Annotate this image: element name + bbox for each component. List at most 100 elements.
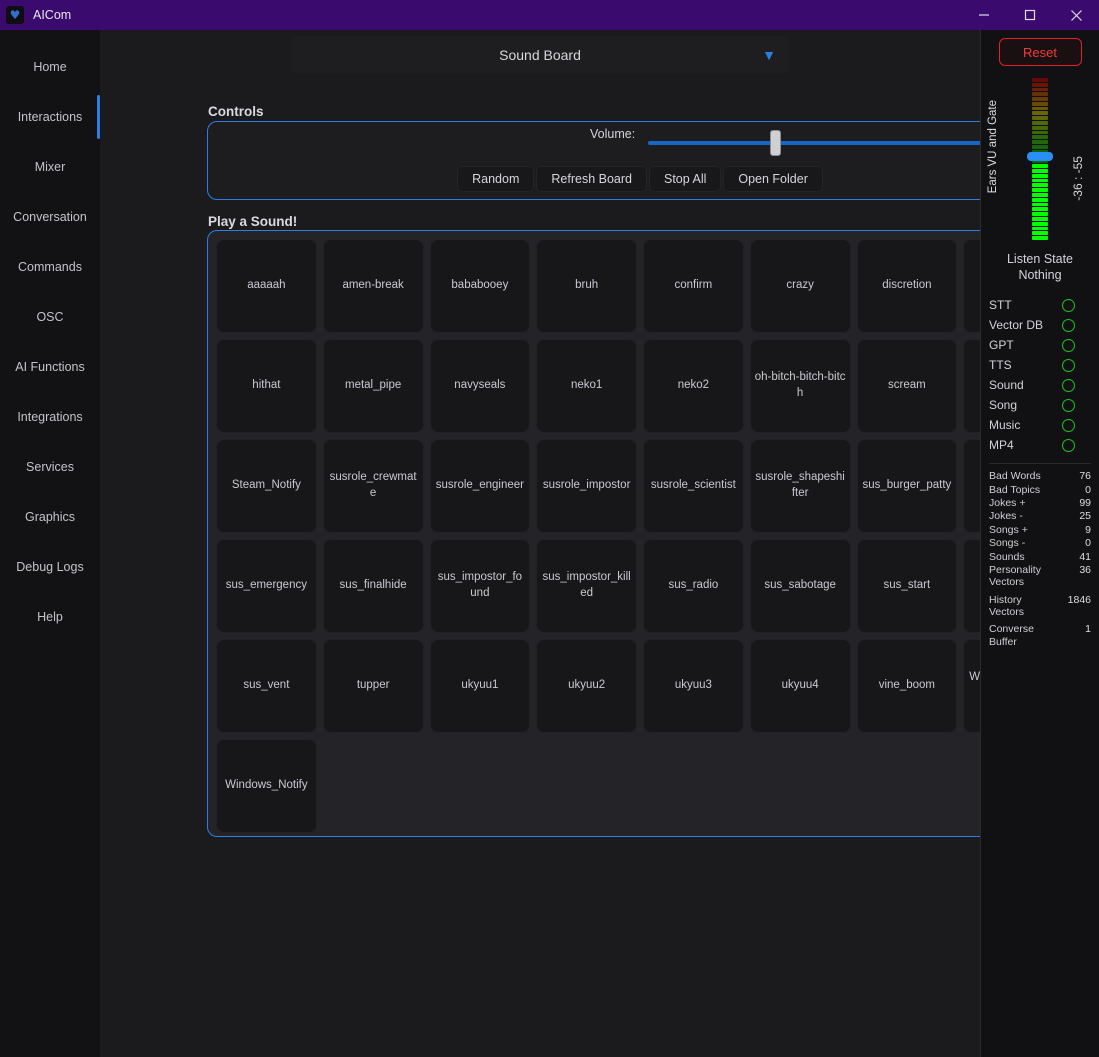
sidebar-item-label: Conversation bbox=[13, 210, 87, 224]
vu-segment bbox=[1032, 145, 1048, 149]
sound-button[interactable]: crazy bbox=[750, 239, 851, 333]
stat-label: Bad Words bbox=[989, 470, 1041, 482]
sidebar-item-label: Integrations bbox=[17, 410, 82, 424]
sound-button[interactable]: vine_boom bbox=[857, 639, 958, 733]
sidebar-item-integrations[interactable]: Integrations bbox=[0, 392, 100, 442]
sound-button[interactable]: ukyuu4 bbox=[750, 639, 851, 733]
sound-button[interactable]: Square_Hole bbox=[963, 339, 980, 433]
sound-button[interactable]: susrole_crewmate bbox=[323, 439, 424, 533]
sound-button[interactable]: neko1 bbox=[536, 339, 637, 433]
status-row: GPT bbox=[989, 335, 1091, 355]
sound-button[interactable]: sus_eject bbox=[963, 439, 980, 533]
vu-segment bbox=[1032, 207, 1048, 211]
sidebar-item-label: AI Functions bbox=[15, 360, 84, 374]
sound-button[interactable]: susrole_impostor bbox=[536, 439, 637, 533]
sound-button[interactable]: sus_emergency bbox=[216, 539, 317, 633]
vu-segment bbox=[1032, 231, 1048, 235]
volume-slider-thumb[interactable] bbox=[770, 130, 781, 156]
stat-row: Sounds41 bbox=[989, 551, 1091, 563]
stat-row: Songs +9 bbox=[989, 524, 1091, 536]
vu-segment bbox=[1032, 179, 1048, 183]
sound-button[interactable]: oh-bitch-bitch-bitch bbox=[750, 339, 851, 433]
stat-label: Personality Vectors bbox=[989, 564, 1051, 589]
sound-button[interactable]: susrole_scientist bbox=[643, 439, 744, 533]
sidebar-item-ai-functions[interactable]: AI Functions bbox=[0, 342, 100, 392]
sound-button[interactable]: ukyuu1 bbox=[430, 639, 531, 733]
stat-row: History Vectors1846 bbox=[989, 594, 1091, 619]
status-led-icon bbox=[1062, 419, 1075, 432]
sound-button[interactable]: ukyuu2 bbox=[536, 639, 637, 733]
vu-segment bbox=[1032, 212, 1048, 216]
sidebar-item-services[interactable]: Services bbox=[0, 442, 100, 492]
title-bar: ♥ AICom bbox=[0, 0, 1099, 30]
listen-state-title: Listen State bbox=[981, 252, 1099, 268]
sidebar-item-label: Debug Logs bbox=[16, 560, 83, 574]
sound-button[interactable]: sus_start bbox=[857, 539, 958, 633]
minimize-button[interactable] bbox=[961, 0, 1007, 30]
vu-segment bbox=[1032, 131, 1048, 135]
vu-segment bbox=[1032, 193, 1048, 197]
vu-segment bbox=[1032, 92, 1048, 96]
sound-button[interactable]: sus_impostor_killed bbox=[536, 539, 637, 633]
sidebar-item-label: Graphics bbox=[25, 510, 75, 524]
sidebar-item-osc[interactable]: OSC bbox=[0, 292, 100, 342]
sound-button[interactable]: Windows_Background bbox=[963, 639, 980, 733]
sound-button[interactable]: sus_radio bbox=[643, 539, 744, 633]
sound-button[interactable]: sus_vent bbox=[216, 639, 317, 733]
sound-button[interactable]: neko2 bbox=[643, 339, 744, 433]
random-button[interactable]: Random bbox=[457, 166, 534, 192]
status-led-icon bbox=[1062, 319, 1075, 332]
sound-button[interactable]: bruh bbox=[536, 239, 637, 333]
sidebar-item-help[interactable]: Help bbox=[0, 592, 100, 642]
vu-meter-area: Ears VU and Gate -36 : -55 bbox=[981, 78, 1099, 248]
stat-value: 41 bbox=[1079, 551, 1091, 563]
close-button[interactable] bbox=[1053, 0, 1099, 30]
sound-button[interactable]: Steam_Notify bbox=[216, 439, 317, 533]
sidebar-item-interactions[interactable]: Interactions bbox=[0, 92, 100, 142]
sound-button[interactable]: susrole_engineer bbox=[430, 439, 531, 533]
sidebar-item-mixer[interactable]: Mixer bbox=[0, 142, 100, 192]
board-select-dropdown[interactable]: Sound Board ▼ bbox=[290, 36, 790, 74]
sidebar-item-graphics[interactable]: Graphics bbox=[0, 492, 100, 542]
sidebar-item-commands[interactable]: Commands bbox=[0, 242, 100, 292]
sound-button[interactable]: sus_sabotage bbox=[750, 539, 851, 633]
status-label: Song bbox=[989, 398, 1017, 412]
vu-meter-label: Ears VU and Gate bbox=[987, 100, 999, 193]
sound-button[interactable]: hithat bbox=[216, 339, 317, 433]
vu-segment bbox=[1032, 121, 1048, 125]
sound-button[interactable]: ukyuu3 bbox=[643, 639, 744, 733]
sound-button[interactable]: sus_impostor_found bbox=[430, 539, 531, 633]
stop-all-button[interactable]: Stop All bbox=[649, 166, 721, 192]
sound-button[interactable]: scream bbox=[857, 339, 958, 433]
refresh-board-button[interactable]: Refresh Board bbox=[536, 166, 647, 192]
sound-button[interactable]: tupper bbox=[323, 639, 424, 733]
sound-button[interactable]: discretion bbox=[857, 239, 958, 333]
listen-state: Listen State Nothing bbox=[981, 252, 1099, 283]
sound-button[interactable]: amen-break bbox=[323, 239, 424, 333]
sound-button[interactable]: susrole_shapeshifter bbox=[750, 439, 851, 533]
sidebar-item-conversation[interactable]: Conversation bbox=[0, 192, 100, 242]
sound-button[interactable]: donk bbox=[963, 239, 980, 333]
open-folder-button[interactable]: Open Folder bbox=[723, 166, 822, 192]
vu-segment bbox=[1032, 102, 1048, 106]
volume-slider[interactable] bbox=[648, 141, 980, 145]
sound-button[interactable]: metal_pipe bbox=[323, 339, 424, 433]
sound-button[interactable]: aaaaah bbox=[216, 239, 317, 333]
vu-segment bbox=[1032, 164, 1048, 168]
vu-segment bbox=[1032, 174, 1048, 178]
sound-button[interactable]: confirm bbox=[643, 239, 744, 333]
vu-segment bbox=[1032, 116, 1048, 120]
status-led-icon bbox=[1062, 339, 1075, 352]
sound-button[interactable]: bababooey bbox=[430, 239, 531, 333]
sound-button[interactable]: sus_burger_patty bbox=[857, 439, 958, 533]
maximize-button[interactable] bbox=[1007, 0, 1053, 30]
sidebar-item-debug-logs[interactable]: Debug Logs bbox=[0, 542, 100, 592]
vu-gate-marker[interactable] bbox=[1027, 152, 1053, 161]
sound-button[interactable]: navyseals bbox=[430, 339, 531, 433]
sound-button[interactable]: sus_finalhide bbox=[323, 539, 424, 633]
vu-segment bbox=[1032, 97, 1048, 101]
sound-button[interactable]: sus_toilet bbox=[963, 539, 980, 633]
reset-button[interactable]: Reset bbox=[999, 38, 1082, 66]
sidebar-item-home[interactable]: Home bbox=[0, 42, 100, 92]
sound-button[interactable]: Windows_Notify bbox=[216, 739, 317, 833]
